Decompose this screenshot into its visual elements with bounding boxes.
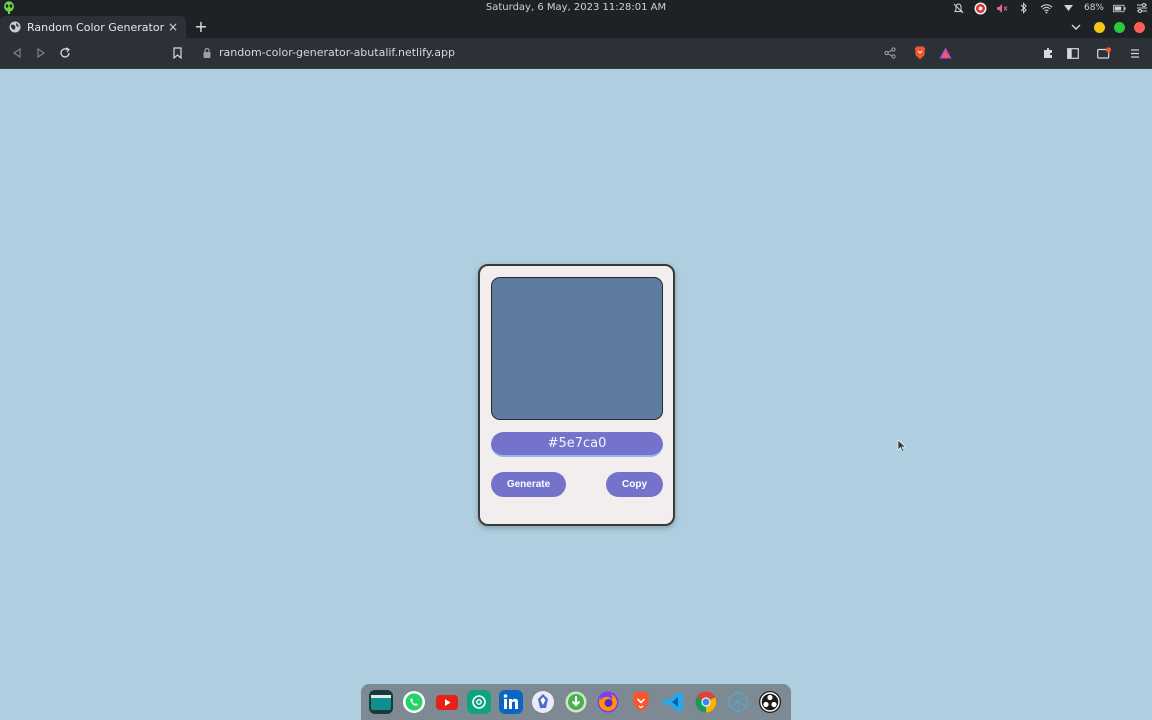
color-generator-card: #5e7ca0 Generate Copy (478, 264, 675, 526)
wallet-icon[interactable] (1097, 46, 1111, 60)
url-text[interactable]: random-color-generator-abutalif.netlify.… (219, 46, 455, 59)
caret-down-icon[interactable] (1062, 2, 1075, 15)
volume-muted-icon[interactable] (996, 2, 1009, 15)
copy-button[interactable]: Copy (606, 472, 663, 497)
system-top-bar: Saturday, 6 May, 2023 11:28:01 AM 68% (0, 0, 1152, 16)
close-tab-icon[interactable]: × (167, 20, 179, 34)
bookmark-icon[interactable] (170, 46, 184, 60)
zorin-icon[interactable] (531, 690, 555, 714)
wifi-icon[interactable] (1040, 2, 1053, 15)
reload-icon[interactable] (58, 46, 72, 60)
brave-rewards-icon[interactable] (938, 46, 952, 60)
lock-icon[interactable] (202, 47, 212, 59)
browser-tab-bar: Random Color Generator × + (0, 16, 1152, 38)
network-icon[interactable] (726, 690, 750, 714)
color-preview-swatch (491, 277, 663, 420)
brave-icon[interactable] (629, 690, 653, 714)
share-icon[interactable] (883, 46, 897, 60)
generate-button[interactable]: Generate (491, 472, 566, 497)
downloader-icon[interactable] (564, 690, 588, 714)
maximize-button[interactable] (1114, 22, 1125, 33)
notifications-muted-icon[interactable] (952, 2, 965, 15)
brave-shields-icon[interactable] (913, 46, 927, 60)
mouse-cursor-icon (897, 439, 907, 453)
new-tab-button[interactable]: + (193, 18, 209, 36)
obs-studio-icon[interactable] (758, 690, 782, 714)
minimize-button[interactable] (1094, 22, 1105, 33)
youtube-icon[interactable] (435, 690, 459, 714)
hex-value-field[interactable]: #5e7ca0 (491, 432, 663, 457)
linkedin-icon[interactable] (499, 690, 523, 714)
tab-random-color-generator[interactable]: Random Color Generator × (0, 16, 186, 38)
forward-icon[interactable] (34, 46, 48, 60)
chrome-icon[interactable] (694, 690, 718, 714)
settings-icon[interactable] (1135, 2, 1148, 15)
obs-icon[interactable] (974, 2, 987, 15)
chatgpt-icon[interactable] (467, 690, 491, 714)
bluetooth-icon[interactable] (1018, 2, 1031, 15)
files-icon[interactable] (369, 690, 393, 714)
app-dock (361, 684, 791, 720)
back-icon[interactable] (10, 46, 24, 60)
tab-search-icon[interactable] (1069, 20, 1083, 34)
globe-icon (9, 21, 21, 33)
extensions-icon[interactable] (1041, 46, 1055, 60)
battery-icon[interactable] (1113, 2, 1126, 15)
browser-toolbar (0, 38, 1152, 69)
vscode-icon[interactable] (661, 690, 685, 714)
close-window-button[interactable] (1134, 22, 1145, 33)
battery-percent: 68% (1083, 3, 1104, 13)
menu-icon[interactable] (1128, 46, 1142, 60)
sidebar-icon[interactable] (1066, 46, 1080, 60)
whatsapp-icon[interactable] (402, 690, 426, 714)
system-tray: 68% (952, 1, 1148, 15)
tab-title: Random Color Generator (27, 20, 165, 34)
firefox-icon[interactable] (596, 690, 620, 714)
